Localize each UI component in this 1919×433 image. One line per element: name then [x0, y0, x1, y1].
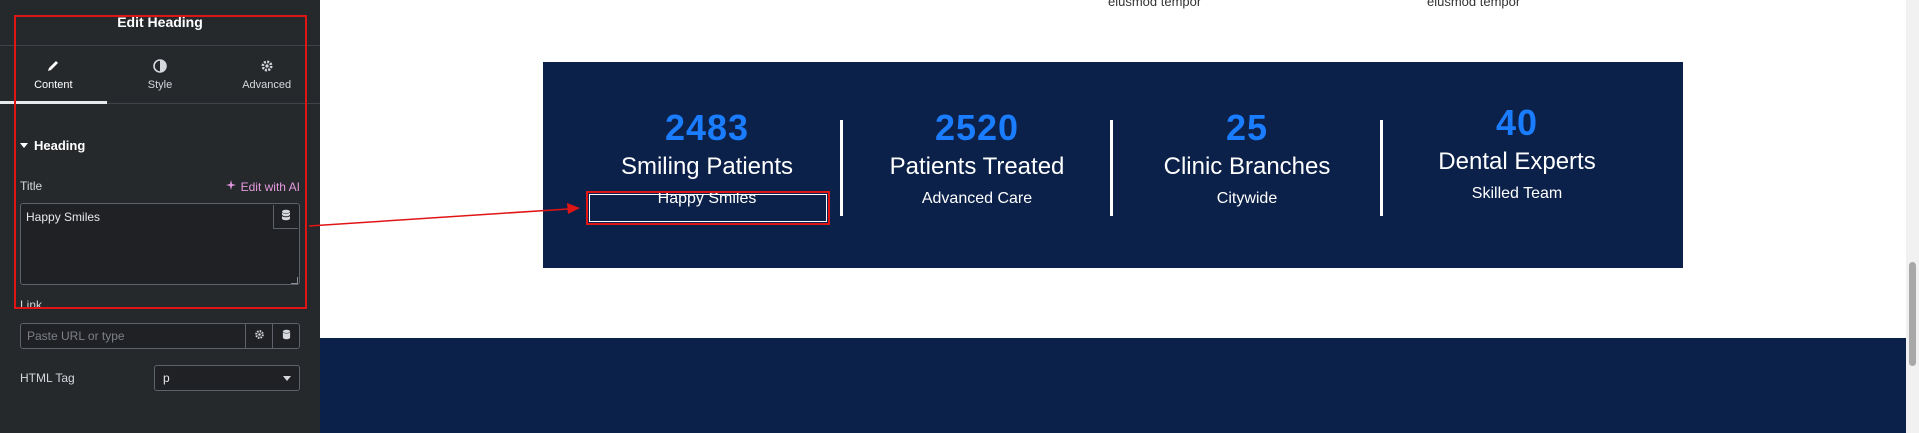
chevron-down-icon [283, 375, 291, 381]
section-heading-label: Heading [34, 138, 86, 153]
caret-down-icon [20, 143, 28, 148]
html-tag-select[interactable]: p [154, 365, 300, 391]
link-options-button[interactable] [245, 324, 272, 348]
stat-number: 25 [1225, 107, 1269, 148]
stat-label: Smiling Patients [620, 153, 794, 180]
stat-subheading[interactable]: Happy Smiles [572, 190, 842, 208]
editor-panel: Edit Heading Content Style Advanced Head… [0, 0, 320, 433]
stat-subheading[interactable]: Citywide [1112, 190, 1382, 208]
panel-tabs: Content Style Advanced [0, 46, 320, 104]
link-dynamic-tags-button[interactable] [272, 324, 299, 348]
tab-advanced-label: Advanced [242, 79, 292, 91]
stat-item[interactable]: 25 Clinic Branches Citywide [1112, 107, 1382, 208]
stat-item[interactable]: 2520 Patients Treated Advanced Care [842, 107, 1112, 208]
link-field-label: Link [20, 298, 43, 312]
panel-title: Edit Heading [0, 0, 320, 46]
cut-off-text-right: eiusmod tempor [1427, 0, 1521, 9]
link-field [20, 323, 300, 349]
textarea-resize-handle[interactable] [291, 277, 298, 284]
half-circle-icon [152, 58, 168, 74]
stat-label: Patients Treated [889, 153, 1065, 180]
database-icon [281, 208, 291, 226]
sparkle-icon [225, 179, 237, 194]
dynamic-tags-button[interactable] [273, 205, 298, 229]
stat-item[interactable]: 40 Dental Experts Skilled Team [1382, 102, 1652, 203]
html-tag-value: p [163, 371, 170, 385]
editor-root: Edit Heading Content Style Advanced Head… [0, 0, 1919, 433]
stat-item[interactable]: 2483 Smiling Patients Happy Smiles [572, 107, 842, 208]
title-textarea[interactable]: Happy Smiles [20, 203, 300, 285]
page-scrollbar[interactable] [1906, 0, 1919, 433]
stat-label: Dental Experts [1438, 148, 1596, 175]
gear-icon [254, 327, 265, 345]
stat-number: 2483 [664, 107, 750, 148]
stat-subheading[interactable]: Advanced Care [842, 190, 1112, 208]
edit-with-ai-button[interactable]: Edit with AI [225, 179, 300, 194]
cut-off-text-left: eiusmod tempor [1108, 0, 1202, 9]
title-field-label: Title [20, 179, 43, 193]
tab-content[interactable]: Content [0, 46, 107, 104]
edit-with-ai-label: Edit with AI [240, 179, 300, 194]
link-url-input[interactable] [21, 324, 245, 348]
gear-icon [259, 58, 275, 74]
scrollbar-thumb[interactable] [1909, 262, 1916, 366]
tab-advanced[interactable]: Advanced [213, 46, 320, 103]
html-tag-label: HTML Tag [20, 371, 75, 385]
database-icon [282, 327, 291, 345]
tab-style[interactable]: Style [107, 46, 214, 103]
section-heading-toggle[interactable]: Heading [20, 138, 85, 153]
stat-subheading[interactable]: Skilled Team [1382, 185, 1652, 203]
stat-number: 40 [1495, 102, 1539, 143]
stat-number: 2520 [934, 107, 1020, 148]
pencil-icon [45, 58, 61, 74]
stat-label: Clinic Branches [1163, 153, 1331, 180]
next-section-band [320, 338, 1906, 433]
tab-style-label: Style [147, 79, 173, 91]
tab-content-label: Content [34, 79, 73, 91]
stats-section: 2483 Smiling Patients Happy Smiles 2520 … [543, 62, 1683, 268]
